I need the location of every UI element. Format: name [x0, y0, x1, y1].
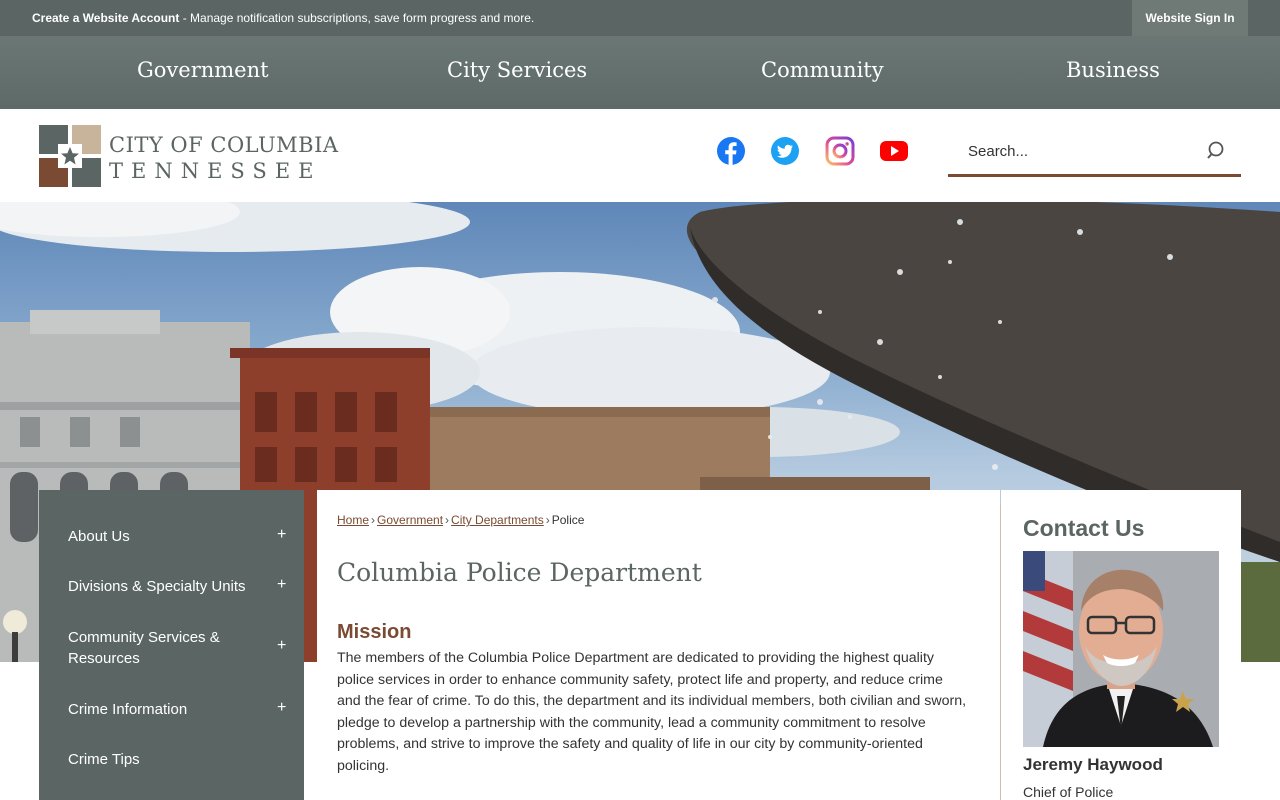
- contact-role: Chief of Police: [1023, 784, 1114, 800]
- sidebar-item-label: Community Services & Resources: [68, 629, 220, 667]
- twitter-icon[interactable]: [770, 136, 800, 166]
- main-content: Home › Government › City Departments › Police …: [317, 490, 1000, 800]
- breadcrumb-city-departments[interactable]: City Departments: [451, 513, 544, 527]
- search-input[interactable]: [948, 131, 1198, 171]
- city-logo[interactable]: CITY OF COLUMBIA TENNESSEE: [39, 125, 338, 187]
- breadcrumb-home[interactable]: Home: [337, 513, 369, 527]
- logo-state-name: TENNESSEE: [109, 159, 322, 183]
- create-account-message[interactable]: Create a Website Account - Manage notifi…: [32, 11, 534, 25]
- create-account-link[interactable]: Create a Website Account: [32, 11, 179, 25]
- breadcrumb-current: Police: [551, 513, 585, 527]
- search-box: [948, 131, 1241, 177]
- create-account-description: - Manage notification subscriptions, sav…: [179, 11, 535, 25]
- breadcrumb-separator: ›: [545, 513, 550, 527]
- sidebar-item-crime-tips[interactable]: Crime Tips: [39, 749, 304, 770]
- breadcrumb: Home › Government › City Departments › Police: [337, 513, 584, 527]
- logo-city-name: CITY OF COLUMBIA: [109, 133, 339, 157]
- sidebar-item-label: Divisions & Specialty Units: [68, 578, 246, 595]
- contact-title: Contact Us: [1023, 515, 1145, 541]
- sidebar-item-crime-information[interactable]: Crime Information +: [39, 699, 304, 720]
- site-header: CITY OF COLUMBIA TENNESSEE: [0, 109, 1280, 202]
- top-bar: Create a Website Account - Manage notifi…: [0, 0, 1280, 36]
- page-title: Columbia Police Department: [337, 558, 702, 587]
- expand-icon[interactable]: +: [277, 699, 286, 717]
- sidebar-item-label: Crime Information: [68, 701, 188, 718]
- facebook-icon[interactable]: [716, 136, 746, 166]
- nav-government[interactable]: Government: [137, 36, 269, 109]
- expand-icon[interactable]: +: [277, 576, 286, 594]
- sidebar-item-community-services[interactable]: Community Services & Resources +: [39, 627, 304, 669]
- youtube-icon[interactable]: [879, 136, 909, 166]
- instagram-icon[interactable]: [825, 136, 855, 166]
- nav-community[interactable]: Community: [761, 36, 884, 109]
- main-navigation: Government City Services Community Busin…: [0, 36, 1280, 109]
- mission-heading: Mission: [337, 621, 412, 643]
- breadcrumb-government[interactable]: Government: [377, 513, 443, 527]
- sidebar-item-about-us[interactable]: About Us +: [39, 526, 304, 547]
- nav-city-services[interactable]: City Services: [447, 36, 587, 109]
- sidebar-navigation: About Us + Divisions & Specialty Units +…: [39, 490, 304, 800]
- expand-icon[interactable]: +: [277, 526, 286, 544]
- sidebar-item-label: About Us: [68, 528, 130, 545]
- mission-text: The members of the Columbia Police Depar…: [337, 650, 967, 774]
- sidebar-item-label: Crime Tips: [68, 751, 140, 768]
- contact-name: Jeremy Haywood: [1023, 755, 1163, 774]
- expand-icon[interactable]: +: [277, 637, 286, 655]
- logo-mark-icon: [39, 125, 101, 187]
- search-icon[interactable]: [1205, 139, 1229, 163]
- nav-business[interactable]: Business: [1066, 36, 1160, 109]
- website-sign-in-button[interactable]: Website Sign In: [1132, 0, 1248, 36]
- chief-photo: [1023, 551, 1219, 747]
- sidebar-item-divisions[interactable]: Divisions & Specialty Units +: [39, 576, 304, 597]
- breadcrumb-separator: ›: [371, 513, 376, 527]
- contact-panel: Contact Us Jeremy Haywood Chief of Polic…: [1001, 490, 1241, 800]
- breadcrumb-separator: ›: [445, 513, 450, 527]
